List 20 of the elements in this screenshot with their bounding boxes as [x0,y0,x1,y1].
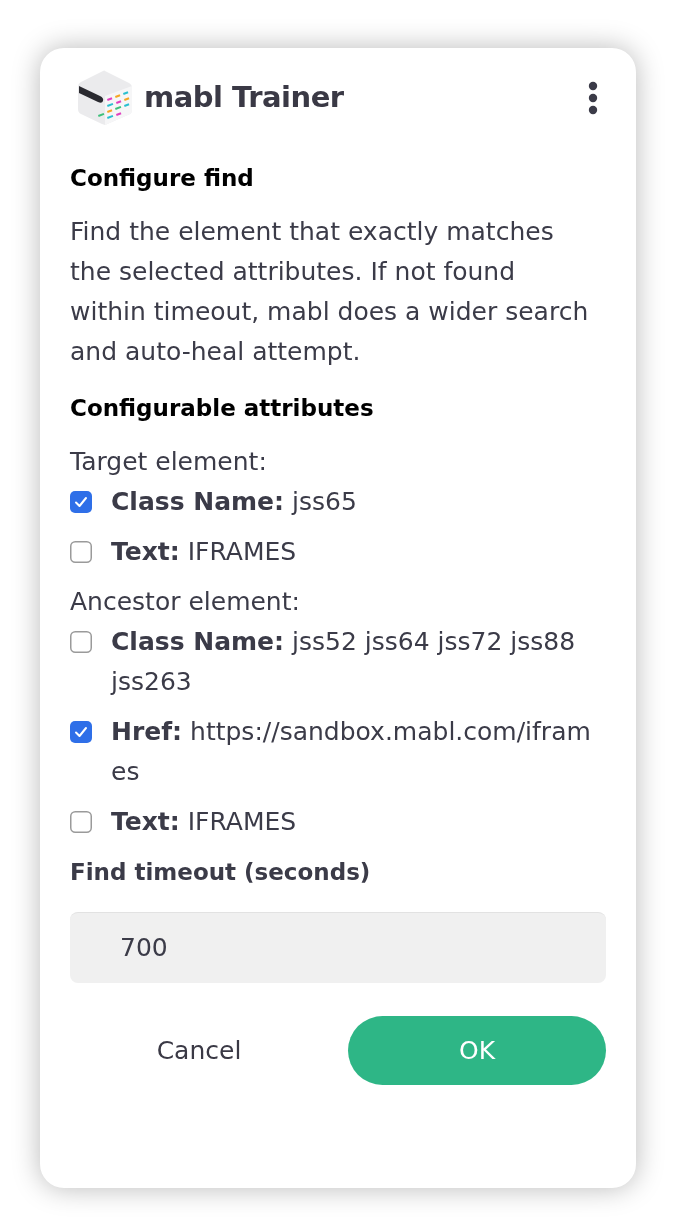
section-heading: Configurable attributes [70,394,375,423]
app-title: mabl Trainer [144,79,344,117]
attribute-label: Text: IFRAMES [111,806,298,838]
more-menu-icon[interactable] [588,81,598,115]
checkbox[interactable] [70,811,92,833]
attribute-label: Href: https://sandbox.mabl.com/iframes [111,716,592,788]
section-heading: Configure find [70,164,255,193]
timeout-input[interactable]: 700 [70,912,606,983]
checkbox[interactable] [70,541,92,563]
group-label: Target element: [70,446,268,478]
checkbox[interactable] [70,721,92,743]
group-label: Ancestor element: [70,586,301,618]
timeout-label: Find timeout (seconds) [70,858,372,887]
cancel-button[interactable]: Cancel [70,1016,328,1085]
attribute-label: Text: IFRAMES [111,536,298,568]
checkbox[interactable] [70,491,92,513]
checkbox[interactable] [70,631,92,653]
description-text: Find the element that exactly matches the selected attributes. If not found within timeout, mabl does a wider search and auto-heal attempt. [70,216,590,368]
attribute-label: Class Name: jss65 [111,486,358,518]
cube-logo-icon [76,69,134,127]
